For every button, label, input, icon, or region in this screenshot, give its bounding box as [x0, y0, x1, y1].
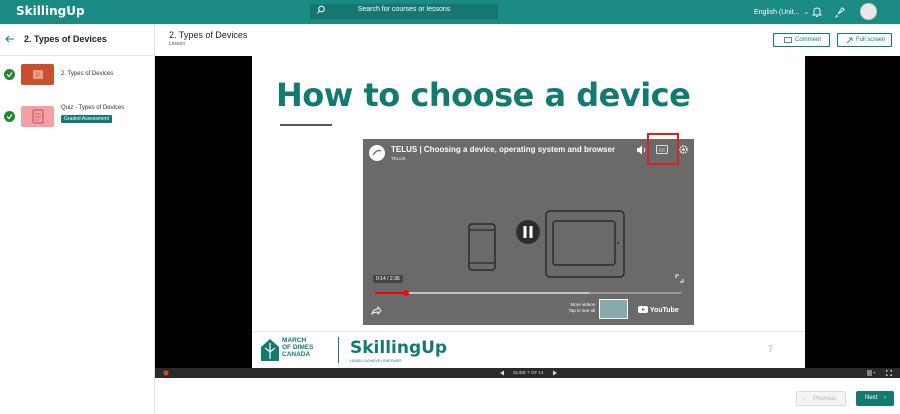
embedded-video[interactable]: TELUS | Choosing a device, operating sys…	[363, 133, 694, 325]
captions-highlight	[647, 133, 679, 165]
chevron-right-icon: ›	[884, 395, 886, 401]
sidebar: 2. Types of Devices P 2. Types of Device…	[0, 24, 155, 414]
more-videos-sub: Tap to see all	[568, 308, 595, 313]
fullscreen-button[interactable]: Full screen	[837, 33, 892, 47]
previous-button[interactable]: ‹ Previous	[796, 391, 846, 406]
org-name: MARCH OF DIMES CANADA	[282, 337, 314, 358]
avatar[interactable]	[860, 3, 877, 20]
bell-icon[interactable]	[811, 6, 823, 18]
check-icon	[4, 69, 15, 80]
tablet-illustration	[545, 210, 625, 278]
status-badge: Graded Assessment	[61, 115, 113, 123]
fullscreen-icon[interactable]	[675, 274, 684, 283]
office-logo-icon	[163, 370, 169, 376]
channel-logo[interactable]	[369, 145, 385, 161]
skillingup-tagline: LEARN • ACHIEVE • EMPOWER	[350, 359, 402, 363]
presentation-viewer: How to choose a device TELUS | Choosing …	[155, 56, 900, 378]
skillingup-logo: SkillingUp	[350, 338, 448, 358]
comment-icon	[784, 37, 792, 43]
app-logo[interactable]: SkillingUp	[16, 4, 85, 18]
video-channel: TELUS	[391, 156, 406, 161]
youtube-icon	[638, 306, 648, 313]
slide-heading: How to choose a device	[276, 76, 691, 114]
slide-page-number: 7	[768, 344, 774, 354]
presentation-icon: P	[21, 64, 54, 85]
arrow-left-icon[interactable]	[5, 34, 15, 44]
sidebar-item-lesson[interactable]: P 2. Types of Devices	[0, 64, 155, 88]
sidebar-title: 2. Types of Devices	[24, 34, 107, 44]
slide: How to choose a device TELUS | Choosing …	[252, 56, 805, 368]
comment-label: Comment	[795, 37, 822, 43]
next-slide-icon[interactable]	[552, 370, 558, 376]
more-videos[interactable]: More videos Tap to see all	[563, 302, 595, 314]
gear-icon[interactable]	[678, 144, 689, 155]
video-scrubber[interactable]	[402, 290, 409, 296]
search-placeholder: Search for courses or lessons	[357, 6, 451, 13]
sidebar-item-label: Quiz - Types of Devices	[61, 105, 125, 111]
svg-text:P: P	[36, 73, 40, 79]
slide-menu-icon[interactable]	[867, 370, 876, 376]
chevron-left-icon: ‹	[803, 396, 805, 402]
video-title[interactable]: TELUS | Choosing a device, operating sys…	[391, 145, 615, 154]
previous-label: Previous	[813, 396, 837, 402]
page-subtitle: Lesson	[169, 41, 186, 47]
sidebar-header: 2. Types of Devices	[0, 24, 155, 56]
youtube-label: YouTube	[649, 307, 679, 314]
footer-divider	[338, 337, 339, 363]
share-icon[interactable]	[371, 306, 382, 315]
slide-counter: SLIDE 7 OF 14	[513, 370, 544, 375]
video-timestamp: 0:14 / 2:36	[373, 275, 403, 283]
presentation-controls: SLIDE 7 OF 14	[155, 368, 900, 378]
rocket-icon[interactable]	[834, 6, 846, 18]
comment-button[interactable]: Comment	[773, 33, 830, 47]
fullscreen-label: Full screen	[856, 37, 886, 43]
sidebar-item-quiz[interactable]: Quiz - Types of Devices Graded Assessmen…	[0, 104, 155, 130]
more-videos-thumbnail[interactable]	[599, 299, 628, 319]
next-button[interactable]: Next ›	[856, 391, 894, 406]
quiz-icon	[21, 106, 54, 127]
youtube-logo[interactable]: YouTube	[638, 306, 679, 314]
video-progress-bar[interactable]	[375, 290, 681, 296]
next-label: Next	[865, 395, 878, 401]
chevron-down-icon: ⌄	[801, 9, 810, 16]
sidebar-item-label: 2. Types of Devices	[61, 71, 114, 77]
language-label: English (Unit...	[754, 9, 800, 16]
slide-footer: MARCH OF DIMES CANADA SkillingUp LEARN •…	[252, 331, 805, 368]
top-bar: SkillingUp Search for courses or lessons…	[0, 0, 900, 24]
expand-icon[interactable]	[886, 370, 892, 376]
video-played	[375, 292, 406, 294]
page-title: 2. Types of Devices	[169, 30, 248, 40]
check-icon	[4, 111, 15, 122]
search-input[interactable]: Search for courses or lessons	[310, 4, 498, 19]
language-selector[interactable]: English (Unit... ⌄	[754, 8, 809, 16]
pause-icon[interactable]	[515, 219, 541, 245]
march-of-dimes-logo	[261, 339, 279, 361]
previous-slide-icon[interactable]	[499, 370, 505, 376]
heading-divider	[280, 124, 332, 126]
lesson-header: 2. Types of Devices Lesson Comment Full …	[155, 24, 900, 56]
phone-illustration	[468, 223, 496, 271]
expand-icon	[846, 37, 853, 44]
